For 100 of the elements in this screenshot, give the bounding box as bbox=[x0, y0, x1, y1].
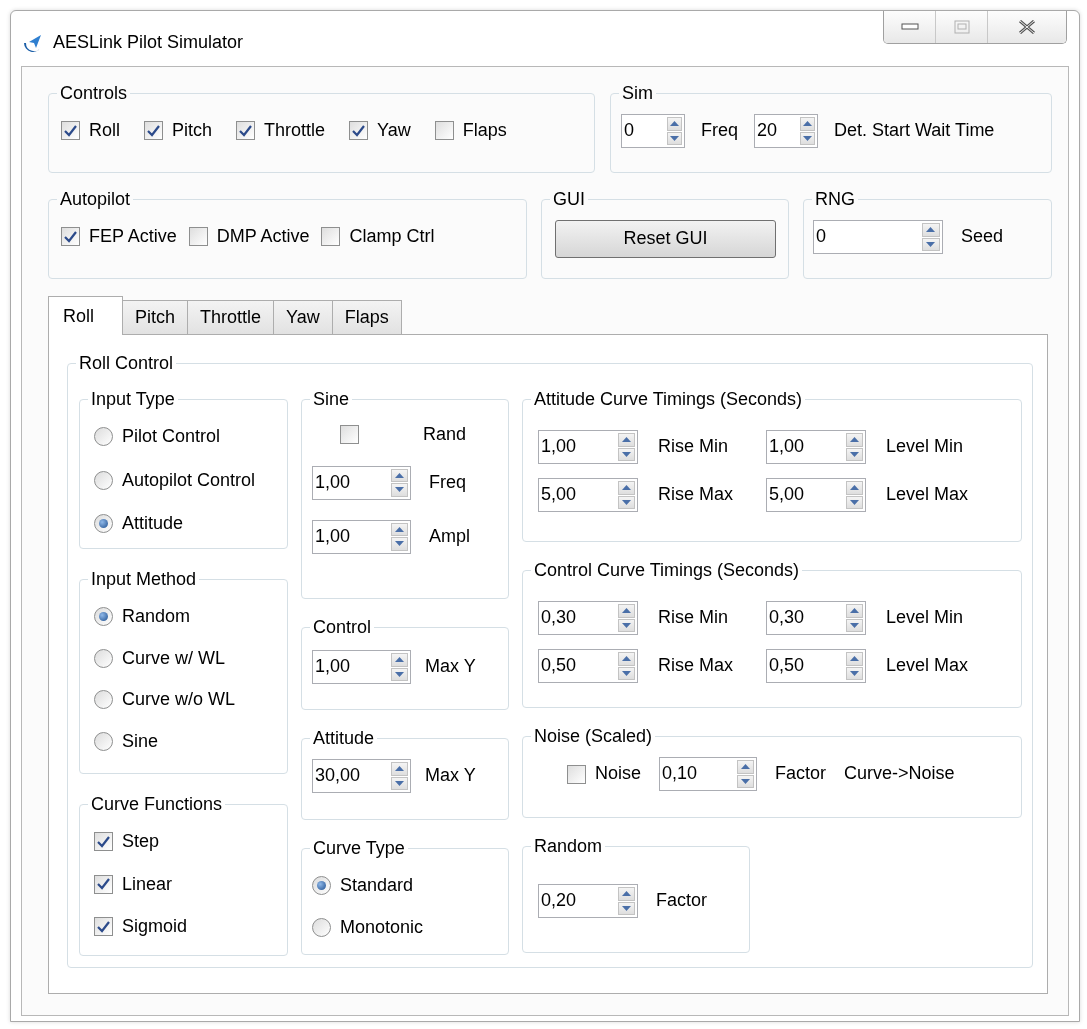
down-arrow-icon bbox=[621, 905, 631, 911]
spin-down-button[interactable] bbox=[390, 776, 408, 790]
spin-up-button[interactable] bbox=[390, 653, 408, 667]
spin-up-button[interactable] bbox=[390, 522, 408, 537]
down-arrow-icon bbox=[395, 780, 404, 786]
spin-box[interactable]: 1,00 bbox=[312, 650, 411, 684]
radio-label: Monotonic bbox=[340, 916, 424, 939]
spin-box[interactable]: 5,00 bbox=[766, 478, 866, 512]
spin-down-button[interactable] bbox=[845, 666, 863, 680]
radio-button[interactable] bbox=[312, 917, 331, 937]
checkbox[interactable] bbox=[188, 227, 208, 247]
tab[interactable]: Pitch bbox=[122, 300, 189, 334]
spin-box[interactable]: 0,30 bbox=[538, 601, 638, 635]
spin-box[interactable]: 0,20 bbox=[538, 884, 638, 918]
field-label: Seed bbox=[961, 226, 1004, 248]
spin-down-button[interactable] bbox=[800, 131, 815, 145]
spin-up-button[interactable] bbox=[845, 604, 863, 618]
radio-button[interactable] bbox=[94, 514, 113, 534]
radio-button[interactable] bbox=[94, 427, 113, 447]
spin-box[interactable]: 0,50 bbox=[766, 649, 866, 683]
spin-down-button[interactable] bbox=[845, 495, 863, 509]
checkbox[interactable] bbox=[144, 121, 163, 141]
spin-down-button[interactable] bbox=[845, 618, 863, 632]
spin-up-button[interactable] bbox=[617, 433, 635, 447]
checkbox-label: Pitch bbox=[172, 120, 213, 142]
spin-down-button[interactable] bbox=[921, 237, 940, 251]
checkbox[interactable] bbox=[567, 764, 586, 784]
spin-box[interactable]: 30,00 bbox=[312, 759, 411, 793]
spin-box[interactable]: 0,30 bbox=[766, 601, 866, 635]
spin-box[interactable]: 1,00 bbox=[766, 430, 866, 464]
field-label: Rise Min bbox=[658, 607, 729, 629]
radio-button[interactable] bbox=[94, 732, 113, 752]
checkbox[interactable] bbox=[340, 425, 359, 445]
reset-button[interactable]: Reset GUI bbox=[555, 220, 776, 258]
spin-down-button[interactable] bbox=[390, 483, 408, 497]
checkbox-label: Roll bbox=[89, 120, 120, 142]
spin-up-button[interactable] bbox=[390, 762, 408, 776]
spin-up-button[interactable] bbox=[667, 117, 682, 131]
spin-up-button[interactable] bbox=[921, 223, 940, 237]
spin-box[interactable]: 0,50 bbox=[538, 649, 638, 683]
spin-down-button[interactable] bbox=[617, 495, 635, 509]
checkbox[interactable] bbox=[349, 121, 369, 141]
checkbox[interactable] bbox=[236, 121, 256, 141]
radio-button[interactable] bbox=[94, 648, 113, 668]
radio-button[interactable] bbox=[94, 607, 113, 627]
checkbox-label: Linear bbox=[122, 873, 173, 896]
spin-up-button[interactable] bbox=[390, 468, 408, 483]
close-button[interactable] bbox=[988, 11, 1066, 43]
spin-down-button[interactable] bbox=[617, 901, 635, 915]
checkbox[interactable] bbox=[321, 227, 341, 247]
spin-up-button[interactable] bbox=[800, 117, 815, 131]
spin-up-button[interactable] bbox=[617, 652, 635, 666]
up-arrow-icon bbox=[395, 526, 404, 532]
spin-box[interactable]: 20 bbox=[754, 114, 818, 148]
checkbox[interactable] bbox=[61, 227, 80, 247]
checkbox[interactable] bbox=[94, 874, 113, 894]
up-arrow-icon bbox=[395, 766, 404, 772]
spin-box[interactable]: 1,00 bbox=[538, 430, 638, 464]
field-label: Level Max bbox=[886, 484, 970, 506]
tab[interactable]: Yaw bbox=[273, 300, 333, 334]
checkbox[interactable] bbox=[94, 917, 113, 937]
spin-box[interactable]: 0,10 bbox=[659, 757, 758, 791]
spin-up-button[interactable] bbox=[845, 433, 863, 447]
spin-up-button[interactable] bbox=[617, 604, 635, 618]
field-label: Rand bbox=[423, 424, 467, 446]
spin-down-button[interactable] bbox=[667, 131, 682, 145]
spin-box[interactable]: 0 bbox=[621, 114, 685, 148]
checkbox-label: FEP Active bbox=[89, 226, 177, 248]
checkbox[interactable] bbox=[61, 121, 80, 141]
field-label: Freq bbox=[429, 471, 466, 494]
down-arrow-icon bbox=[621, 451, 631, 457]
spin-up-button[interactable] bbox=[737, 760, 755, 774]
spin-up-button[interactable] bbox=[617, 481, 635, 495]
spin-down-button[interactable] bbox=[390, 537, 408, 551]
spin-down-button[interactable] bbox=[845, 447, 863, 461]
window-title: AESLink Pilot Simulator bbox=[53, 31, 244, 54]
field-label: Ampl bbox=[429, 525, 470, 548]
spin-down-button[interactable] bbox=[617, 666, 635, 680]
radio-button[interactable] bbox=[94, 690, 113, 710]
spin-up-button[interactable] bbox=[845, 652, 863, 666]
radio-button[interactable] bbox=[312, 876, 331, 896]
down-arrow-icon bbox=[849, 622, 859, 628]
spin-down-button[interactable] bbox=[737, 774, 755, 788]
spin-up-button[interactable] bbox=[845, 481, 863, 495]
down-arrow-icon bbox=[621, 670, 631, 676]
spin-down-button[interactable] bbox=[617, 618, 635, 632]
spin-box[interactable]: 0 bbox=[813, 220, 943, 254]
spin-box[interactable]: 1,00 bbox=[312, 519, 411, 554]
spin-down-button[interactable] bbox=[390, 667, 408, 681]
radio-button[interactable] bbox=[94, 470, 113, 490]
checkbox[interactable] bbox=[434, 121, 454, 141]
spin-up-button[interactable] bbox=[617, 887, 635, 901]
tab[interactable]: Roll bbox=[48, 296, 123, 335]
spin-down-button[interactable] bbox=[617, 447, 635, 461]
spin-box[interactable]: 1,00 bbox=[312, 465, 411, 500]
spin-box[interactable]: 5,00 bbox=[538, 478, 638, 512]
tab[interactable]: Flaps bbox=[331, 300, 402, 334]
checkbox[interactable] bbox=[94, 832, 113, 852]
tab[interactable]: Throttle bbox=[187, 300, 275, 334]
radio-label: Autopilot Control bbox=[122, 469, 256, 492]
